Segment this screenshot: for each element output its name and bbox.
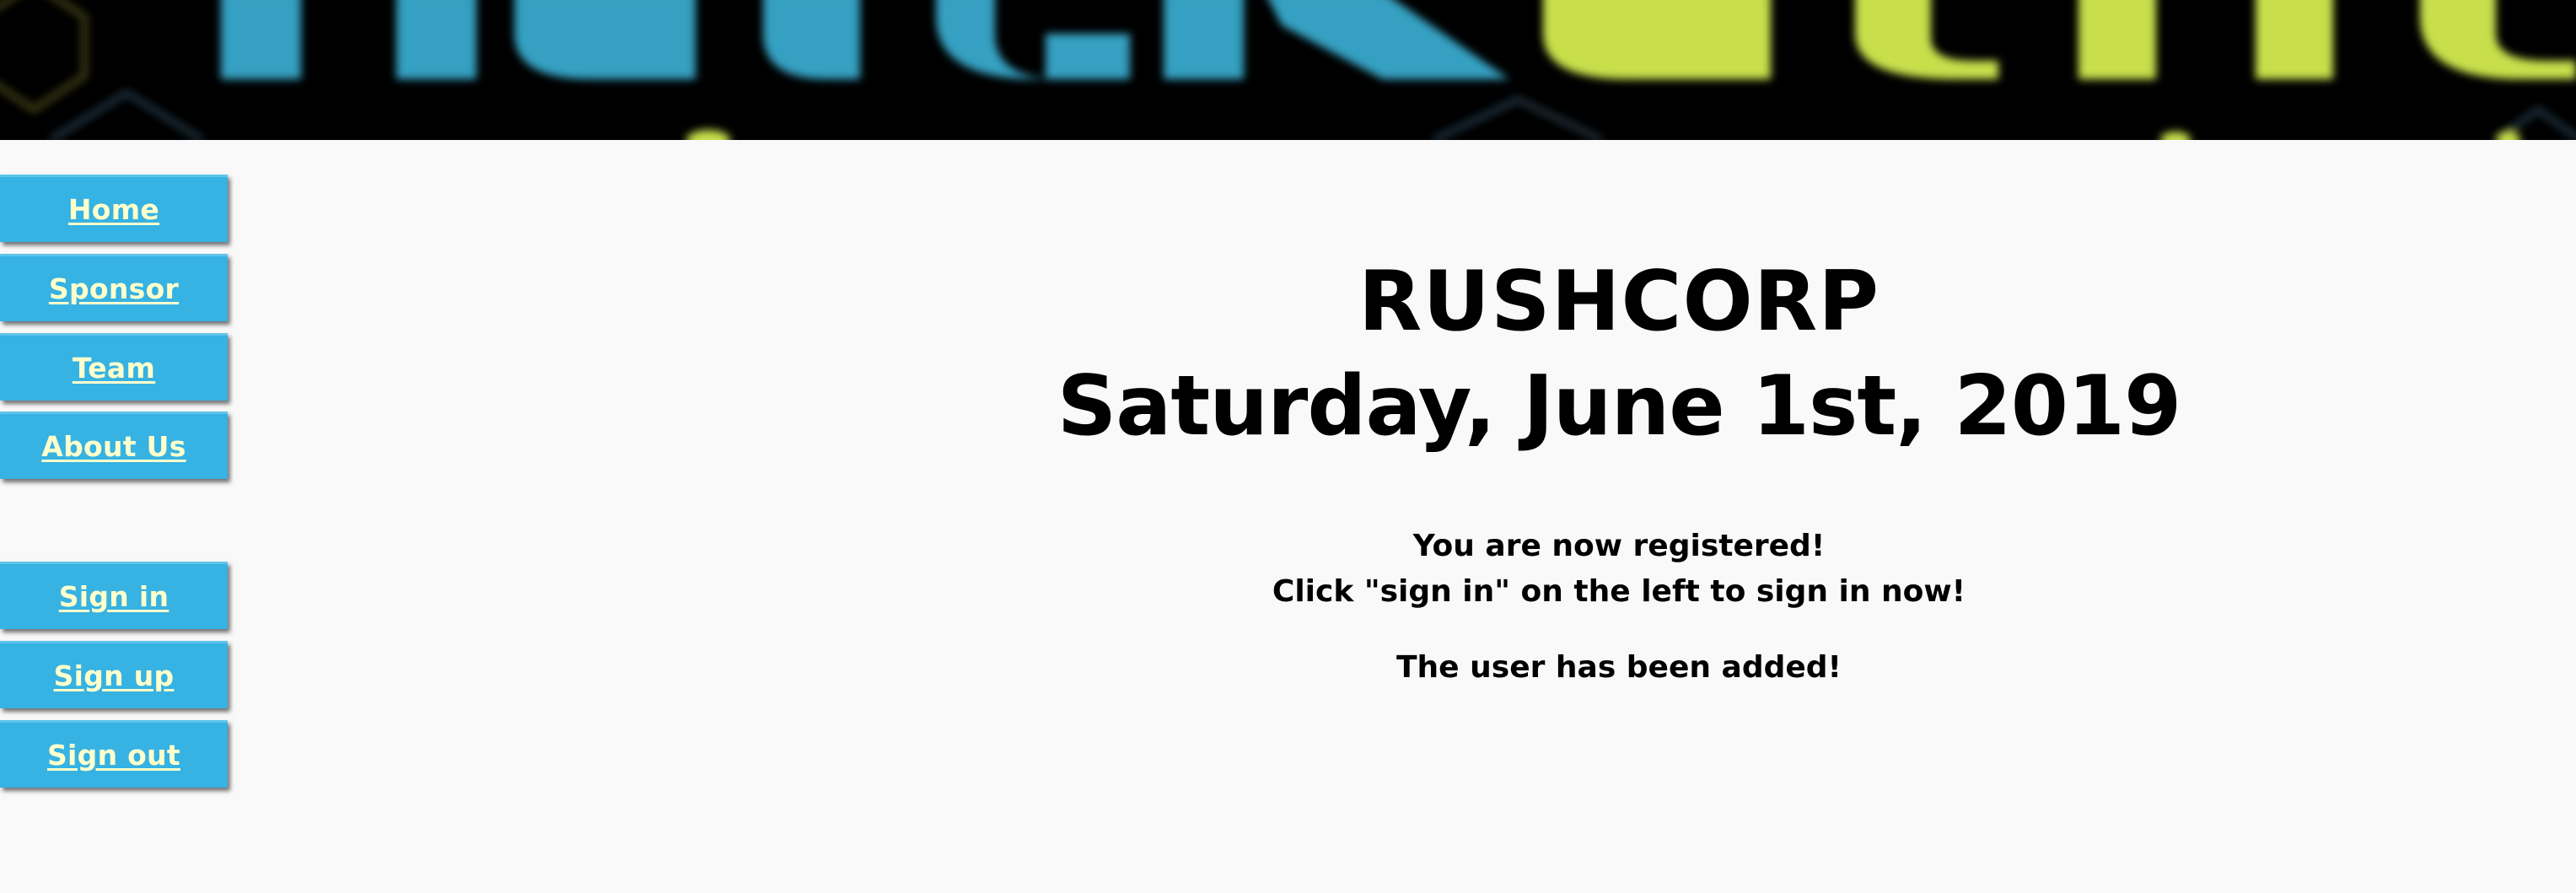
sidebar-item-sign-up[interactable]: Sign up xyxy=(0,641,228,708)
sidebar-item-label: Sign up xyxy=(53,659,175,692)
hackathon-logo-banner-icon xyxy=(0,0,2576,140)
event-name-heading: RUSHCORP xyxy=(1358,254,1880,350)
user-added-text: The user has been added! xyxy=(1396,650,1842,685)
sidebar-item-sign-out[interactable]: Sign out xyxy=(0,720,228,788)
sidebar-item-team[interactable]: Team xyxy=(0,333,228,401)
sidebar-item-label: Sign in xyxy=(58,580,169,613)
sidebar-item-label: Team xyxy=(72,352,156,385)
sidebar-item-label: Sponsor xyxy=(48,272,180,305)
sidebar-item-label: About Us xyxy=(41,430,186,463)
sidebar-item-home[interactable]: Home xyxy=(0,175,228,242)
sidebar-item-about-us[interactable]: About Us xyxy=(0,412,228,479)
sidebar-item-sponsor[interactable]: Sponsor xyxy=(0,254,228,321)
sidebar-item-sign-in[interactable]: Sign in xyxy=(0,562,228,629)
header-banner xyxy=(0,0,2576,140)
registration-confirmation-text: You are now registered! xyxy=(1412,529,1826,563)
sign-in-hint-text: Click "sign in" on the left to sign in n… xyxy=(1272,574,1966,609)
sidebar-item-label: Home xyxy=(67,193,160,226)
event-date-heading: Saturday, June 1st, 2019 xyxy=(1057,358,2182,455)
sidebar-item-label: Sign out xyxy=(46,739,181,772)
